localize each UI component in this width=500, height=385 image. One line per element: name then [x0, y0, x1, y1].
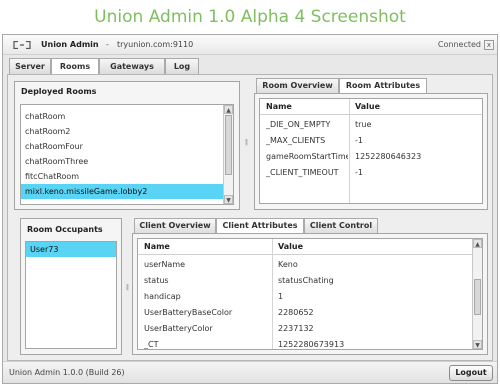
room-item[interactable]: fitcChatRoom [21, 169, 223, 184]
logout-button[interactable]: Logout [449, 365, 493, 381]
scroll-thumb[interactable] [474, 279, 481, 315]
deployed-rooms-panel: Deployed Rooms chatRoom chatRoom2 chatRo… [14, 81, 240, 210]
occupant-item-selected[interactable]: User73 [26, 242, 116, 257]
attr-name: UserBatteryBaseColor [144, 308, 233, 317]
union-logo-icon [13, 41, 31, 49]
room-occupants-panel: Room Occupants User73 [20, 218, 122, 355]
tab-room-overview[interactable]: Room Overview [256, 78, 339, 93]
table-row[interactable]: userName Keno [138, 257, 472, 273]
attr-value: 2280652 [278, 308, 314, 317]
room-attributes-panel: Name Value _DIE_ON_EMPTY true _MAX_CLIEN… [254, 93, 488, 210]
column-value-header[interactable]: Value [355, 99, 380, 115]
attr-name: _DIE_ON_EMPTY [266, 120, 331, 129]
header-separator: - [106, 40, 109, 49]
horizontal-splitter-icon[interactable]: ‖ [125, 283, 130, 293]
tab-server[interactable]: Server [9, 58, 51, 74]
table-row[interactable]: UserBatteryColor 2237132 [138, 321, 472, 337]
tab-client-overview[interactable]: Client Overview [134, 218, 216, 233]
table-row[interactable]: _DIE_ON_EMPTY true [260, 117, 482, 133]
horizontal-splitter-icon[interactable]: ‖ [244, 138, 249, 148]
room-item-selected[interactable]: mixl.keno.missileGame.lobby2 [21, 184, 223, 199]
scroll-up-icon[interactable]: ▲ [224, 105, 233, 114]
client-attributes-scrollbar[interactable]: ▲ ▼ [472, 239, 482, 349]
column-name-header[interactable]: Name [266, 99, 292, 115]
scroll-down-icon[interactable]: ▼ [473, 340, 482, 349]
connection-status: Connected [437, 40, 481, 49]
client-attributes-header: Name Value [138, 239, 472, 255]
tab-client-attributes[interactable]: Client Attributes [216, 218, 304, 234]
attr-name: _MAX_CLIENTS [266, 136, 326, 145]
attr-value: Keno [278, 260, 298, 269]
scroll-thumb[interactable] [225, 115, 232, 175]
room-item[interactable]: chatRoom [21, 109, 223, 124]
app-window: Union Admin - tryunion.com:9110 Connecte… [2, 34, 498, 384]
tab-room-attributes[interactable]: Room Attributes [339, 78, 427, 94]
attr-value: 1 [278, 292, 284, 301]
client-attributes-grid: Name Value userName Keno status statusCh… [137, 238, 483, 350]
page-title: Union Admin 1.0 Alpha 4 Screenshot [94, 7, 406, 27]
build-info: Union Admin 1.0.0 (Build 26) [9, 368, 125, 377]
column-name-header[interactable]: Name [144, 239, 170, 255]
room-item[interactable]: chatRoomThree [21, 154, 223, 169]
attr-name: _CLIENT_TIMEOUT [266, 168, 339, 177]
scroll-down-icon[interactable]: ▼ [224, 195, 233, 204]
server-address: tryunion.com:9110 [117, 40, 194, 49]
attr-value: true [355, 120, 372, 129]
room-occupants-title: Room Occupants [27, 225, 103, 234]
attr-name: userName [144, 260, 186, 269]
client-attributes-panel: Name Value userName Keno status statusCh… [132, 233, 488, 355]
tab-log[interactable]: Log [165, 58, 199, 74]
column-value-header[interactable]: Value [278, 239, 303, 255]
scroll-up-icon[interactable]: ▲ [473, 239, 482, 248]
attr-name: UserBatteryColor [144, 324, 213, 333]
attr-value: 1252280646323 [355, 152, 422, 161]
table-row[interactable]: _MAX_CLIENTS -1 [260, 133, 482, 149]
attr-value: 1252280673913 [278, 340, 345, 349]
room-item[interactable]: chatRoom2 [21, 124, 223, 139]
rooms-scrollbar[interactable]: ▲ ▼ [223, 105, 233, 204]
disconnect-icon[interactable]: x [484, 40, 494, 50]
room-attributes-header: Name Value [260, 99, 482, 115]
attr-name: gameRoomStartTime [266, 152, 348, 161]
table-row[interactable]: gameRoomStartTime 1252280646323 [260, 149, 482, 165]
table-row[interactable]: status statusChating [138, 273, 472, 289]
status-bar: Union Admin 1.0.0 (Build 26) Logout [3, 361, 497, 383]
tab-client-control[interactable]: Client Control [304, 218, 378, 233]
table-row[interactable]: _CT 1252280673913 [138, 337, 472, 349]
tab-gateways[interactable]: Gateways [99, 58, 165, 74]
deployed-rooms-list[interactable]: chatRoom chatRoom2 chatRoomFour chatRoom… [20, 104, 234, 205]
attr-value: -1 [355, 136, 363, 145]
attr-value: -1 [355, 168, 363, 177]
table-row[interactable]: _CLIENT_TIMEOUT -1 [260, 165, 482, 181]
deployed-rooms-title: Deployed Rooms [21, 87, 97, 96]
occupants-list[interactable]: User73 [25, 241, 117, 349]
tab-rooms[interactable]: Rooms [51, 58, 99, 75]
top-bar: Union Admin - tryunion.com:9110 Connecte… [3, 35, 497, 55]
table-row[interactable]: handicap 1 [138, 289, 472, 305]
room-item[interactable]: chatRoomFour [21, 139, 223, 154]
table-row[interactable]: UserBatteryBaseColor 2280652 [138, 305, 472, 321]
app-name: Union Admin [41, 40, 99, 49]
attr-name: handicap [144, 292, 181, 301]
attr-name: _CT [144, 340, 159, 349]
attr-value: statusChating [278, 276, 334, 285]
attr-value: 2237132 [278, 324, 314, 333]
rooms-content: Deployed Rooms chatRoom chatRoom2 chatRo… [7, 74, 493, 361]
attr-name: status [144, 276, 169, 285]
room-attributes-grid: Name Value _DIE_ON_EMPTY true _MAX_CLIEN… [259, 98, 483, 204]
